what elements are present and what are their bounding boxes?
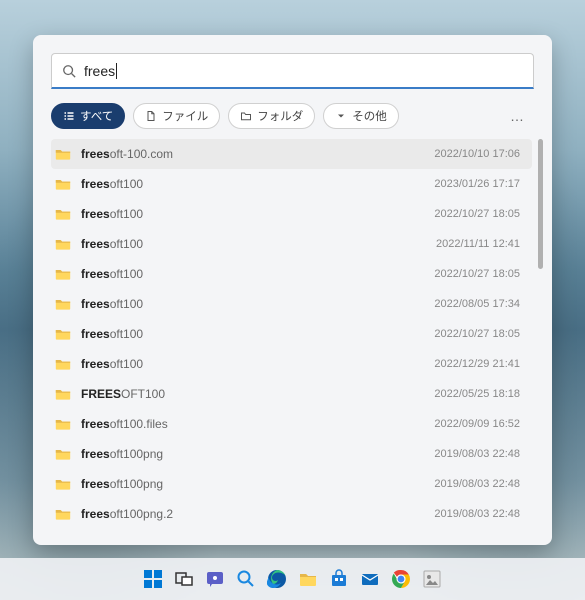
- result-name: freesoft-100.com: [81, 147, 434, 161]
- result-name: freesoft100png.original: [81, 537, 434, 539]
- start-button[interactable]: [141, 567, 165, 591]
- result-date: 2022/10/10 17:06: [434, 148, 520, 160]
- filter-chip-folder[interactable]: フォルダ: [228, 103, 315, 129]
- result-row[interactable]: freesoft1002022/10/27 18:05: [51, 199, 532, 229]
- result-row[interactable]: freesoft1002022/10/27 18:05: [51, 319, 532, 349]
- search-window: frees すべて ファイル フォルダ その他 … freesoft-100.c…: [33, 35, 552, 545]
- result-name: freesoft100: [81, 177, 434, 191]
- scrollbar-thumb[interactable]: [538, 139, 543, 269]
- result-name: FREESOFT100: [81, 387, 434, 401]
- result-row[interactable]: freesoft1002022/08/05 17:34: [51, 289, 532, 319]
- result-row[interactable]: freesoft100png2019/08/03 22:48: [51, 469, 532, 499]
- filter-folder-label: フォルダ: [257, 108, 303, 124]
- result-name: freesoft100: [81, 327, 434, 341]
- result-date: 2019/08/03 22:48: [434, 508, 520, 520]
- result-date: 2022/10/27 18:05: [434, 328, 520, 340]
- result-name: freesoft100.files: [81, 417, 434, 431]
- folder-icon: [55, 387, 71, 401]
- edge-icon[interactable]: [265, 567, 289, 591]
- chat-icon[interactable]: [203, 567, 227, 591]
- result-date: 2022/05/25 18:18: [434, 388, 520, 400]
- search-icon: [62, 64, 76, 78]
- search-input[interactable]: frees: [84, 63, 117, 79]
- folder-icon: [55, 177, 71, 191]
- filter-chip-all[interactable]: すべて: [51, 103, 125, 129]
- text-cursor: [116, 63, 117, 79]
- folder-icon: [55, 477, 71, 491]
- filter-all-label: すべて: [80, 108, 113, 124]
- mail-icon[interactable]: [358, 567, 382, 591]
- result-row[interactable]: FREESOFT1002022/05/25 18:18: [51, 379, 532, 409]
- result-row[interactable]: freesoft1002022/10/27 18:05: [51, 259, 532, 289]
- result-name: freesoft100: [81, 357, 434, 371]
- folder-icon: [55, 267, 71, 281]
- result-date: 2023/01/26 17:17: [434, 178, 520, 190]
- search-bar[interactable]: frees: [51, 53, 534, 89]
- search-taskbar-icon[interactable]: [234, 567, 258, 591]
- filter-file-label: ファイル: [162, 108, 208, 124]
- folder-icon: [55, 297, 71, 311]
- result-name: freesoft100: [81, 237, 436, 251]
- result-name: freesoft100png: [81, 477, 434, 491]
- search-query-text: frees: [84, 63, 115, 79]
- file-explorer-icon[interactable]: [296, 567, 320, 591]
- filter-row: すべて ファイル フォルダ その他 …: [33, 89, 552, 139]
- folder-chip-icon: [240, 110, 252, 122]
- result-date: 2019/08/03 22:48: [434, 478, 520, 490]
- more-button[interactable]: …: [502, 104, 534, 128]
- folder-icon: [55, 207, 71, 221]
- result-row[interactable]: freesoft100.files2022/09/09 16:52: [51, 409, 532, 439]
- folder-icon: [55, 147, 71, 161]
- result-name: freesoft100: [81, 207, 434, 221]
- results-container: freesoft-100.com2022/10/10 17:06freesoft…: [33, 139, 552, 545]
- result-row[interactable]: freesoft100png.original2019/08/03 22:48: [51, 529, 532, 539]
- scrollbar-track[interactable]: [536, 139, 546, 539]
- caret-down-icon: [335, 110, 347, 122]
- results-list: freesoft-100.com2022/10/10 17:06freesoft…: [51, 139, 532, 539]
- result-row[interactable]: freesoft100png2019/08/03 22:48: [51, 439, 532, 469]
- chrome-icon[interactable]: [389, 567, 413, 591]
- result-date: 2022/10/27 18:05: [434, 268, 520, 280]
- folder-icon: [55, 507, 71, 521]
- task-view-icon[interactable]: [172, 567, 196, 591]
- folder-icon: [55, 237, 71, 251]
- result-row[interactable]: freesoft1002022/12/29 21:41: [51, 349, 532, 379]
- result-name: freesoft100png: [81, 447, 434, 461]
- filter-other-label: その他: [352, 108, 387, 124]
- file-icon: [145, 110, 157, 122]
- result-name: freesoft100png.2: [81, 507, 434, 521]
- list-icon: [63, 110, 75, 122]
- folder-icon: [55, 447, 71, 461]
- folder-icon: [55, 357, 71, 371]
- result-row[interactable]: freesoft1002022/11/11 12:41: [51, 229, 532, 259]
- result-row[interactable]: freesoft1002023/01/26 17:17: [51, 169, 532, 199]
- filter-chip-other[interactable]: その他: [323, 103, 399, 129]
- result-date: 2022/11/11 12:41: [436, 238, 520, 250]
- result-date: 2022/08/05 17:34: [434, 298, 520, 310]
- result-date: 2019/08/03 22:48: [434, 538, 520, 539]
- result-row[interactable]: freesoft100png.22019/08/03 22:48: [51, 499, 532, 529]
- result-name: freesoft100: [81, 267, 434, 281]
- folder-icon: [55, 327, 71, 341]
- result-name: freesoft100: [81, 297, 434, 311]
- result-date: 2022/10/27 18:05: [434, 208, 520, 220]
- search-bar-container: frees: [33, 35, 552, 89]
- store-icon[interactable]: [327, 567, 351, 591]
- result-row[interactable]: freesoft-100.com2022/10/10 17:06: [51, 139, 532, 169]
- app-icon[interactable]: [420, 567, 444, 591]
- result-date: 2019/08/03 22:48: [434, 448, 520, 460]
- result-date: 2022/12/29 21:41: [434, 358, 520, 370]
- folder-icon: [55, 537, 71, 539]
- filter-chip-file[interactable]: ファイル: [133, 103, 220, 129]
- taskbar: [0, 558, 585, 600]
- folder-icon: [55, 417, 71, 431]
- result-date: 2022/09/09 16:52: [434, 418, 520, 430]
